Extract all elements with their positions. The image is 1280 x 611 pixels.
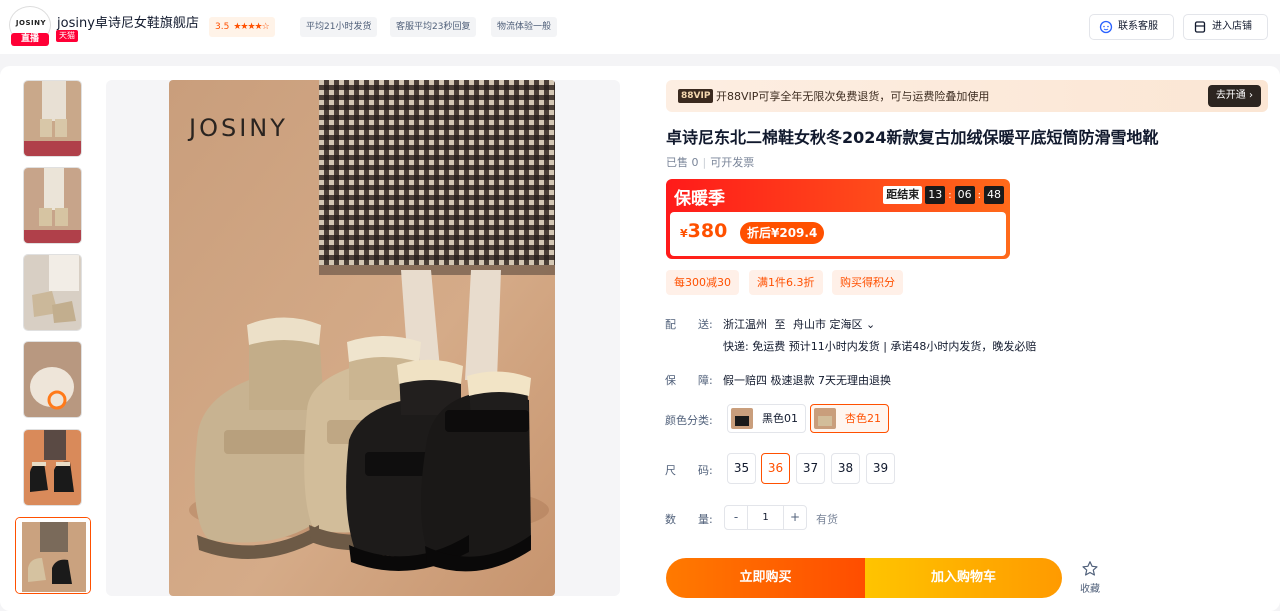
quantity-decrease-button[interactable]: -	[724, 505, 748, 530]
quantity-label: 数 量:	[665, 513, 713, 526]
thumbnail-4[interactable]	[23, 341, 82, 418]
rating-stars-icon: ★★★★☆	[233, 22, 269, 32]
delivery-label: 配 送:	[665, 318, 713, 331]
star-icon	[1082, 561, 1098, 576]
thumbnail-6[interactable]	[15, 517, 91, 594]
favorite-button[interactable]: 收藏	[1075, 560, 1105, 595]
chat-icon	[1099, 20, 1113, 34]
store-logo-text: JOSINY	[15, 19, 47, 27]
price-value: 380	[687, 220, 728, 242]
contact-service-button[interactable]: 联系客服	[1089, 14, 1174, 40]
product-title: 卓诗尼东北二棉鞋女秋冬2024新款复古加绒保暖平底短筒防滑雪地靴	[666, 128, 1159, 147]
product-main-image[interactable]: JOSINY	[169, 80, 555, 596]
countdown-colon: :	[948, 189, 952, 201]
countdown-hours: 13	[925, 186, 946, 204]
buy-now-button[interactable]: 立即购买	[666, 558, 865, 598]
black-swatch	[731, 408, 753, 429]
enter-store-label: 进入店铺	[1212, 21, 1252, 32]
chevron-down-icon: ⌄	[866, 318, 876, 331]
quantity-input[interactable]	[748, 505, 783, 530]
price-box: 保暖季 距结束 13 : 06 : 48 ¥380 折后¥209.4	[666, 179, 1010, 259]
stock-status: 有货	[816, 513, 838, 526]
thumbnail-1[interactable]	[23, 80, 82, 157]
ship-from: 浙江温州	[723, 318, 767, 331]
sales-info: 已售 0 | 可开发票	[666, 154, 754, 170]
favorite-label: 收藏	[1080, 584, 1100, 595]
size-option-36[interactable]: 36	[761, 453, 790, 484]
countdown-seconds: 48	[984, 186, 1004, 204]
promo-coupon[interactable]: 每300减30	[666, 270, 739, 295]
color-option-label: 杏色21	[845, 412, 881, 425]
vip-tag: 88VIP	[678, 89, 714, 103]
contact-service-label: 联系客服	[1118, 21, 1158, 32]
thumbnail-2[interactable]	[23, 167, 82, 244]
store-header: JOSINY 直播 josiny卓诗尼女鞋旗舰店 天猫 3.5 ★★★★☆ 平均2…	[0, 0, 1280, 54]
thumbnail-3[interactable]	[23, 254, 82, 331]
guarantee-label: 保 障:	[665, 374, 713, 387]
countdown-label: 距结束	[883, 186, 923, 204]
sales-divider: |	[702, 156, 707, 169]
sold-count: 已售 0	[666, 156, 699, 169]
campaign-title: 保暖季	[674, 189, 725, 209]
size-option-37[interactable]: 37	[796, 453, 825, 484]
tag-logistics: 物流体验一般	[491, 17, 558, 37]
color-label: 颜色分类:	[665, 414, 713, 427]
color-option-black[interactable]: 黑色01	[727, 404, 806, 433]
apricot-swatch	[814, 408, 836, 429]
ship-to: 舟山市 定海区	[793, 318, 863, 331]
store-rating: 3.5 ★★★★☆	[209, 17, 275, 37]
size-option-35[interactable]: 35	[727, 453, 756, 484]
invoice-note: 可开发票	[710, 156, 755, 169]
store-name[interactable]: josiny卓诗尼女鞋旗舰店	[57, 12, 199, 31]
countdown-colon: :	[977, 189, 981, 201]
thumbnail-5[interactable]	[23, 429, 82, 506]
vip-open-label: 去开通	[1215, 90, 1246, 101]
delivery-route[interactable]: 浙江温州 至 舟山市 定海区 ⌄	[723, 316, 875, 332]
price-panel: ¥380 折后¥209.4	[670, 212, 1006, 256]
store-icon	[1194, 21, 1206, 33]
guarantee-text[interactable]: 假一赔四 极速退款 7天无理由退换	[723, 372, 891, 388]
color-option-label: 黑色01	[762, 412, 798, 425]
rating-value: 3.5	[215, 22, 230, 32]
discount-price-badge: 折后¥209.4	[740, 222, 825, 244]
ship-to-word: 至	[774, 318, 786, 331]
currency-symbol: ¥	[680, 227, 688, 240]
promo-discount[interactable]: 满1件6.3折	[749, 270, 823, 295]
size-option-38[interactable]: 38	[831, 453, 860, 484]
vip-banner: 88VIP 开88VIP可享全年无限次免费退货，可与运费险叠加使用 去开通 ›	[666, 80, 1268, 112]
add-to-cart-button[interactable]: 加入购物车	[865, 558, 1062, 598]
current-price: ¥380	[680, 220, 727, 242]
size-label: 尺 码:	[665, 464, 713, 477]
tag-shipping: 平均21小时发货	[300, 17, 378, 37]
countdown-timer: 距结束 13 : 06 : 48	[883, 185, 1004, 205]
quantity-increase-button[interactable]: +	[783, 505, 807, 530]
vip-open-button[interactable]: 去开通 ›	[1207, 85, 1261, 107]
vip-text: 开88VIP可享全年无限次免费退货，可与运费险叠加使用	[716, 90, 990, 103]
brand-watermark: JOSINY	[187, 114, 288, 142]
live-badge[interactable]: 直播	[11, 33, 49, 46]
tag-service: 客服平均23秒回复	[390, 17, 477, 37]
promo-points[interactable]: 购买得积分	[832, 270, 903, 295]
shipping-details: 快递: 免运费 预计11小时内发货 | 承诺48小时内发货，晚发必赔	[723, 340, 1037, 353]
enter-store-button[interactable]: 进入店铺	[1183, 14, 1268, 40]
size-option-39[interactable]: 39	[866, 453, 895, 484]
color-option-apricot[interactable]: 杏色21	[810, 404, 889, 433]
countdown-minutes: 06	[954, 186, 975, 204]
tmall-badge: 天猫	[56, 30, 78, 42]
